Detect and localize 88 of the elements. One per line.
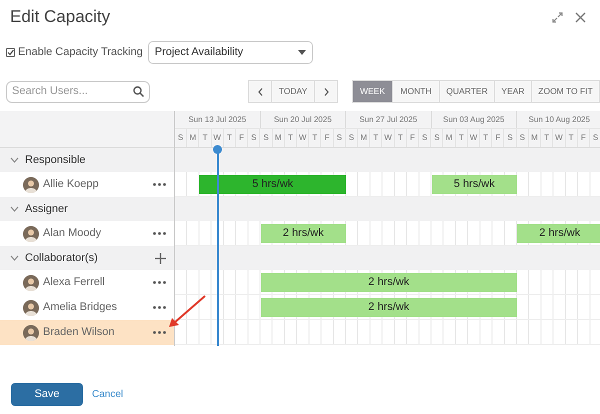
day-header: W (382, 129, 395, 147)
next-button[interactable] (315, 81, 337, 102)
chevron-left-icon[interactable] (258, 88, 262, 96)
checkbox-label: Enable Capacity Tracking (18, 44, 143, 60)
day-header: W (297, 129, 310, 147)
mode-dropdown[interactable]: Project Availability (148, 40, 313, 64)
day-header: F (321, 129, 334, 147)
day-header: T (199, 129, 212, 147)
day-header: F (406, 129, 420, 147)
more-icon[interactable] (153, 306, 166, 309)
avatar-icon (23, 176, 39, 192)
user-name: Amelia Bridges (43, 300, 118, 316)
avatar-icon (23, 226, 39, 242)
capacity-bar[interactable]: 2 hrs/wk (260, 273, 517, 292)
day-header: T (284, 129, 298, 147)
day-header: F (578, 129, 590, 147)
expand-icon[interactable] (552, 12, 563, 22)
day-header: S (175, 129, 188, 147)
capacity-bar[interactable]: 5 hrs/wk (432, 175, 517, 194)
day-header: S (590, 129, 600, 147)
search-field[interactable]: Search Users... (6, 80, 150, 102)
user-name: Braden Wilson (43, 325, 116, 340)
cancel-link[interactable]: Cancel (92, 387, 124, 402)
more-icon[interactable] (153, 331, 166, 334)
day-header: T (566, 129, 578, 147)
day-header: T (224, 129, 236, 147)
day-header: S (260, 129, 273, 147)
view-tab[interactable]: MONTH (393, 81, 440, 102)
group-label: Collaborator(s) (25, 250, 99, 266)
view-tab[interactable]: QUARTER (440, 81, 495, 102)
day-header: T (456, 129, 468, 147)
more-icon[interactable] (153, 183, 166, 186)
group-label: Responsible (25, 152, 87, 168)
day-header: F (492, 129, 504, 147)
checkbox[interactable] (6, 48, 15, 56)
view-tab[interactable]: ZOOM TO FIT (532, 81, 600, 102)
chevron-right-icon[interactable] (324, 88, 328, 96)
chevron-icon[interactable] (10, 206, 19, 212)
search-input[interactable]: Search Users... (12, 83, 133, 100)
day-header: T (480, 129, 492, 147)
avatar-icon (23, 324, 39, 340)
day-header: S (346, 129, 358, 147)
avatar-icon (23, 300, 39, 316)
day-header: F (236, 129, 248, 147)
capacity-bar[interactable]: 2 hrs/wk (517, 224, 600, 243)
save-button[interactable]: Save (11, 383, 83, 406)
group-row[interactable]: Responsible (0, 148, 174, 172)
day-header: S (431, 129, 444, 147)
more-icon[interactable] (153, 281, 166, 284)
user-name: Alexa Ferrell (43, 275, 106, 290)
capacity-bar[interactable]: 2 hrs/wk (260, 298, 517, 317)
group-row[interactable]: Assigner (0, 197, 174, 221)
day-header: S (248, 129, 260, 147)
day-header: S (419, 129, 432, 147)
day-header: W (553, 129, 566, 147)
dropdown-caret-icon[interactable] (298, 50, 306, 54)
window-title: Edit Capacity (10, 6, 110, 28)
more-icon[interactable] (153, 232, 166, 235)
today-button[interactable]: TODAY (272, 81, 315, 102)
day-header: S (334, 129, 346, 147)
chevron-icon[interactable] (10, 255, 19, 261)
day-header: T (370, 129, 382, 147)
view-tab[interactable]: WEEK (353, 81, 393, 102)
day-header: T (394, 129, 407, 147)
group-row[interactable]: Collaborator(s) (0, 246, 174, 270)
chevron-icon[interactable] (10, 157, 19, 163)
arrow-icon (168, 294, 208, 328)
user-name: Allie Koepp (43, 177, 100, 192)
add-icon[interactable] (155, 252, 166, 264)
avatar-icon (23, 274, 39, 290)
day-header: M (358, 129, 370, 147)
day-header: T (541, 129, 554, 147)
group-label: Assigner (25, 202, 69, 217)
day-header: W (468, 129, 480, 147)
day-header: M (272, 129, 285, 147)
capacity-bar[interactable]: 2 hrs/wk (260, 224, 346, 243)
day-header: T (309, 129, 322, 147)
day-header: M (443, 129, 456, 147)
day-header: M (528, 129, 542, 147)
capacity-bar[interactable]: 5 hrs/wk (199, 175, 346, 194)
user-name: Alan Moody (43, 226, 102, 242)
user-row[interactable]: Braden Wilson (0, 320, 174, 345)
search-icon[interactable] (133, 86, 144, 97)
day-header: M (187, 129, 200, 147)
day-header: S (516, 129, 529, 147)
day-header: S (504, 129, 517, 147)
view-tab[interactable]: YEAR (495, 81, 532, 102)
close-icon[interactable] (575, 12, 586, 22)
